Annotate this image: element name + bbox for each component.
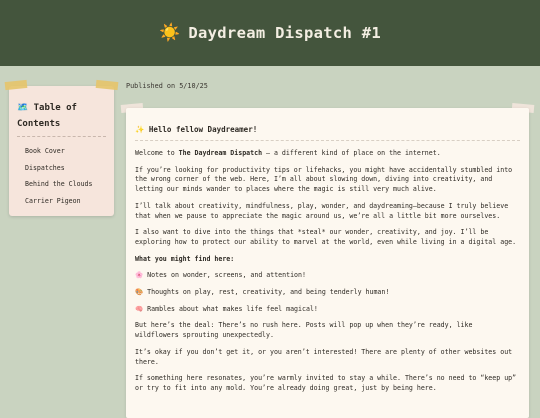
toc-list: Book Cover Dispatches Behind the Clouds …	[25, 143, 114, 209]
site-title[interactable]: ☀️ Daydream Dispatch #1	[159, 24, 381, 42]
post-paragraph: If you’re looking for productivity tips …	[135, 165, 513, 194]
tape-decoration	[4, 79, 28, 91]
toc-item-dispatches[interactable]: Dispatches	[25, 160, 114, 177]
site-title-text: Daydream Dispatch #1	[188, 24, 382, 42]
tape-decoration	[95, 79, 119, 91]
newsletter-name: The Daydream Dispatch	[178, 149, 263, 157]
post-paragraph: It’s okay if you don’t get it, or you ar…	[135, 347, 513, 366]
toc-item-behind-the-clouds[interactable]: Behind the Clouds	[25, 176, 114, 193]
post-paragraph: I’ll talk about creativity, mindfulness,…	[135, 201, 509, 220]
post-card: ✨ Hello fellow Daydreamer! Welcome to Th…	[126, 108, 529, 418]
post-paragraph: If something here resonates, you’re warm…	[135, 374, 517, 392]
toc-item-book-cover[interactable]: Book Cover	[25, 143, 114, 160]
find-item-flower: 🌸 Notes on wonder, screens, and attentio…	[135, 271, 306, 280]
post-greeting: ✨ Hello fellow Daydreamer!	[135, 125, 520, 141]
find-item-palette: 🎨 Thoughts on play, rest, creativity, an…	[135, 288, 390, 297]
toc-item-carrier-pigeon[interactable]: Carrier Pigeon	[25, 193, 114, 210]
find-item-brain: 🧠 Rambles about what makes life feel mag…	[135, 304, 318, 313]
site-header: ☀️ Daydream Dispatch #1	[0, 0, 540, 66]
post-paragraph: But here’s the deal: There’s no rush her…	[135, 321, 473, 340]
sun-icon: ☀️	[158, 22, 181, 43]
post-welcome: Welcome to The Daydream Dispatch – a dif…	[135, 149, 441, 157]
table-of-contents: 🗺️ Table of Contents Book Cover Dispatch…	[4, 79, 119, 216]
toc-title: 🗺️ Table of Contents	[17, 100, 106, 137]
find-heading: What you might find here:	[135, 254, 235, 263]
post-paragraph: I also want to dive into the things that…	[135, 228, 517, 246]
published-date: Published on 5/10/25	[126, 82, 208, 90]
